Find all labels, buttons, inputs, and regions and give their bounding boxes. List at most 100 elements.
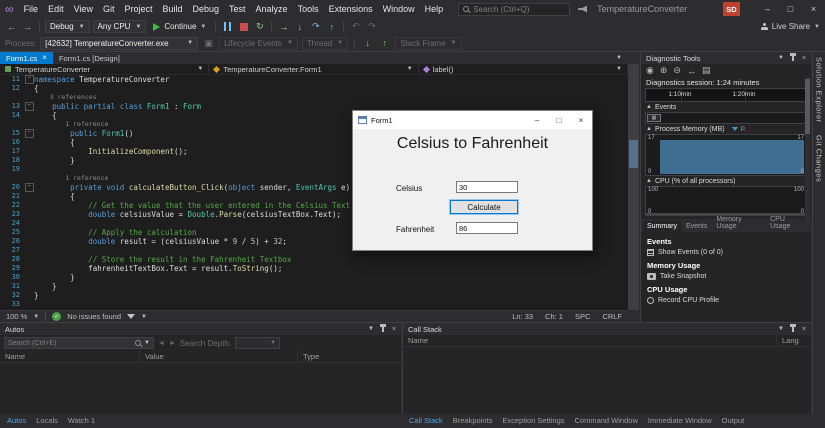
tool-tab-output[interactable]: Output	[717, 414, 750, 428]
editor-scrollbar[interactable]	[628, 64, 639, 310]
show-next-statement-icon[interactable]: →	[277, 20, 290, 33]
tool-tab-call-stack[interactable]: Call Stack	[404, 414, 448, 428]
window-position-icon[interactable]: ▼	[778, 326, 784, 332]
autos-body[interactable]	[0, 363, 401, 414]
calculate-button[interactable]: Calculate	[450, 200, 518, 214]
code-line[interactable]: fahrenheitTextBox.Text = result.ToString…	[34, 264, 628, 273]
zoom-level[interactable]: 100 %	[6, 312, 27, 321]
reset-view-icon[interactable]: ↔	[687, 66, 696, 76]
menu-view[interactable]: View	[69, 0, 98, 18]
code-line[interactable]: }	[34, 291, 628, 300]
cpu-chart[interactable]: 100 0 100 0	[645, 186, 807, 216]
continue-button[interactable]: Continue ▼	[149, 22, 210, 31]
filter-dropdown-icon[interactable]: ▼	[141, 314, 147, 320]
menu-build[interactable]: Build	[157, 0, 187, 18]
tool-tab-exception-settings[interactable]: Exception Settings	[497, 414, 569, 428]
autos-search-input[interactable]	[8, 339, 133, 347]
redo-icon[interactable]: ↷	[365, 20, 378, 33]
codelens-references[interactable]: 3 references	[34, 93, 628, 102]
events-section-header[interactable]: ▲ Events	[641, 102, 811, 112]
tab-close-icon[interactable]: ×	[42, 54, 47, 62]
issues-text[interactable]: No issues found	[67, 312, 121, 321]
close-icon[interactable]: ×	[802, 326, 806, 333]
minimize-button[interactable]: –	[756, 0, 779, 18]
space-mode[interactable]: SPC	[575, 312, 590, 321]
tool-tab-breakpoints[interactable]: Breakpoints	[448, 414, 498, 428]
diagnostics-scrollbar[interactable]	[805, 77, 810, 227]
tool-tab-immediate-window[interactable]: Immediate Window	[643, 414, 717, 428]
events-track[interactable]: ▦	[645, 112, 807, 124]
diagnostics-tab-cpu-usage[interactable]: CPU Usage	[766, 214, 809, 232]
app-maximize-button[interactable]: □	[548, 111, 570, 129]
pin-icon[interactable]	[789, 53, 796, 61]
code-row[interactable]: 29 fahrenheitTextBox.Text = result.ToStr…	[0, 264, 628, 273]
process-dropdown[interactable]: [42632] TemperatureConverter.exe ▼	[40, 36, 199, 50]
next-result-icon[interactable]: ►	[169, 340, 176, 347]
process-list-icon[interactable]: ▣	[202, 37, 215, 50]
maximize-button[interactable]: □	[779, 0, 802, 18]
code-row[interactable]: 30 }	[0, 273, 628, 282]
close-icon[interactable]: ×	[802, 55, 806, 62]
tool-tab-locals[interactable]: Locals	[31, 414, 63, 428]
menu-project[interactable]: Project	[119, 0, 157, 18]
column-name[interactable]: Name	[0, 351, 140, 362]
app-titlebar[interactable]: Form1 – □ ×	[353, 111, 592, 129]
zoom-out-icon[interactable]: ⊖	[673, 65, 681, 76]
live-share-button[interactable]: Live Share ▼	[760, 22, 820, 31]
restart-icon[interactable]: ↻	[253, 20, 266, 33]
doc-tab-form1-cs[interactable]: Form1.cs ×	[0, 52, 53, 64]
diagnostics-tab-events[interactable]: Events	[682, 221, 711, 232]
fold-toggle-icon[interactable]	[24, 102, 34, 111]
record-cpu-profile-link[interactable]: Record CPU Profile	[647, 297, 805, 304]
window-position-icon[interactable]: ▼	[778, 55, 784, 61]
diagnostics-tab-memory-usage[interactable]: Memory Usage	[712, 214, 765, 232]
code-row[interactable]: 32}	[0, 291, 628, 300]
menu-extensions[interactable]: Extensions	[324, 0, 378, 18]
close-button[interactable]: ×	[802, 0, 825, 18]
scrollbar-thumb[interactable]	[629, 140, 638, 168]
step-into-icon[interactable]: ↓	[293, 20, 306, 33]
diagnostics-tab-summary[interactable]: Summary	[643, 221, 681, 232]
type-dropdown[interactable]: TemperatureConverter.Form1 ▼	[209, 64, 419, 74]
code-row[interactable]: 33	[0, 300, 628, 309]
fahrenheit-input[interactable]	[456, 222, 518, 234]
take-snapshot-link[interactable]: Take Snapshot	[647, 273, 805, 280]
code-row[interactable]: 12 {	[0, 84, 628, 93]
undo-icon[interactable]: ↶	[349, 20, 362, 33]
code-line[interactable]: }	[34, 282, 628, 291]
code-row[interactable]: 31 }	[0, 282, 628, 291]
memory-filter-icon[interactable]	[731, 127, 738, 131]
column-value[interactable]: Value	[140, 351, 298, 362]
quick-search[interactable]	[458, 2, 584, 16]
zoom-in-icon[interactable]: ⊕	[660, 65, 668, 76]
select-tool-icon[interactable]: ◉	[646, 65, 654, 76]
previous-frame-icon[interactable]: ↓	[361, 37, 374, 50]
line-ending[interactable]: CRLF	[602, 312, 622, 321]
window-position-icon[interactable]: ▼	[368, 326, 374, 332]
stop-debugging-icon[interactable]	[237, 20, 250, 33]
tool-tab-watch-1[interactable]: Watch 1	[63, 414, 100, 428]
rail-tab-git-changes[interactable]: Git Changes	[815, 135, 824, 182]
menu-test[interactable]: Test	[224, 0, 251, 18]
zoom-dropdown-icon[interactable]: ▼	[33, 314, 39, 320]
celsius-input[interactable]	[456, 181, 518, 193]
pin-icon[interactable]	[789, 324, 796, 332]
navigate-forward-icon[interactable]: →	[21, 20, 34, 33]
code-row[interactable]: 11 namespace TemperatureConverter	[0, 75, 628, 84]
lifecycle-events-dropdown[interactable]: Lifecycle Events ▼	[219, 36, 298, 50]
pin-icon[interactable]	[379, 324, 386, 332]
menu-help[interactable]: Help	[420, 0, 449, 18]
column-lang[interactable]: Lang	[777, 335, 811, 346]
step-over-icon[interactable]: ↷	[309, 20, 322, 33]
previous-result-icon[interactable]: ◄	[158, 340, 165, 347]
menu-window[interactable]: Window	[378, 0, 420, 18]
solution-config-dropdown[interactable]: Debug ▼	[45, 20, 90, 33]
step-out-icon[interactable]: ↑	[325, 20, 338, 33]
show-events-link[interactable]: Show Events (0 of 0)	[647, 249, 805, 256]
fold-toggle-icon[interactable]	[24, 129, 34, 138]
filter-icon[interactable]	[127, 314, 136, 319]
close-icon[interactable]: ×	[392, 326, 396, 333]
break-all-icon[interactable]	[221, 20, 234, 33]
search-options-icon[interactable]: ▼	[144, 340, 150, 346]
rail-tab-solution-explorer[interactable]: Solution Explorer	[815, 57, 824, 123]
